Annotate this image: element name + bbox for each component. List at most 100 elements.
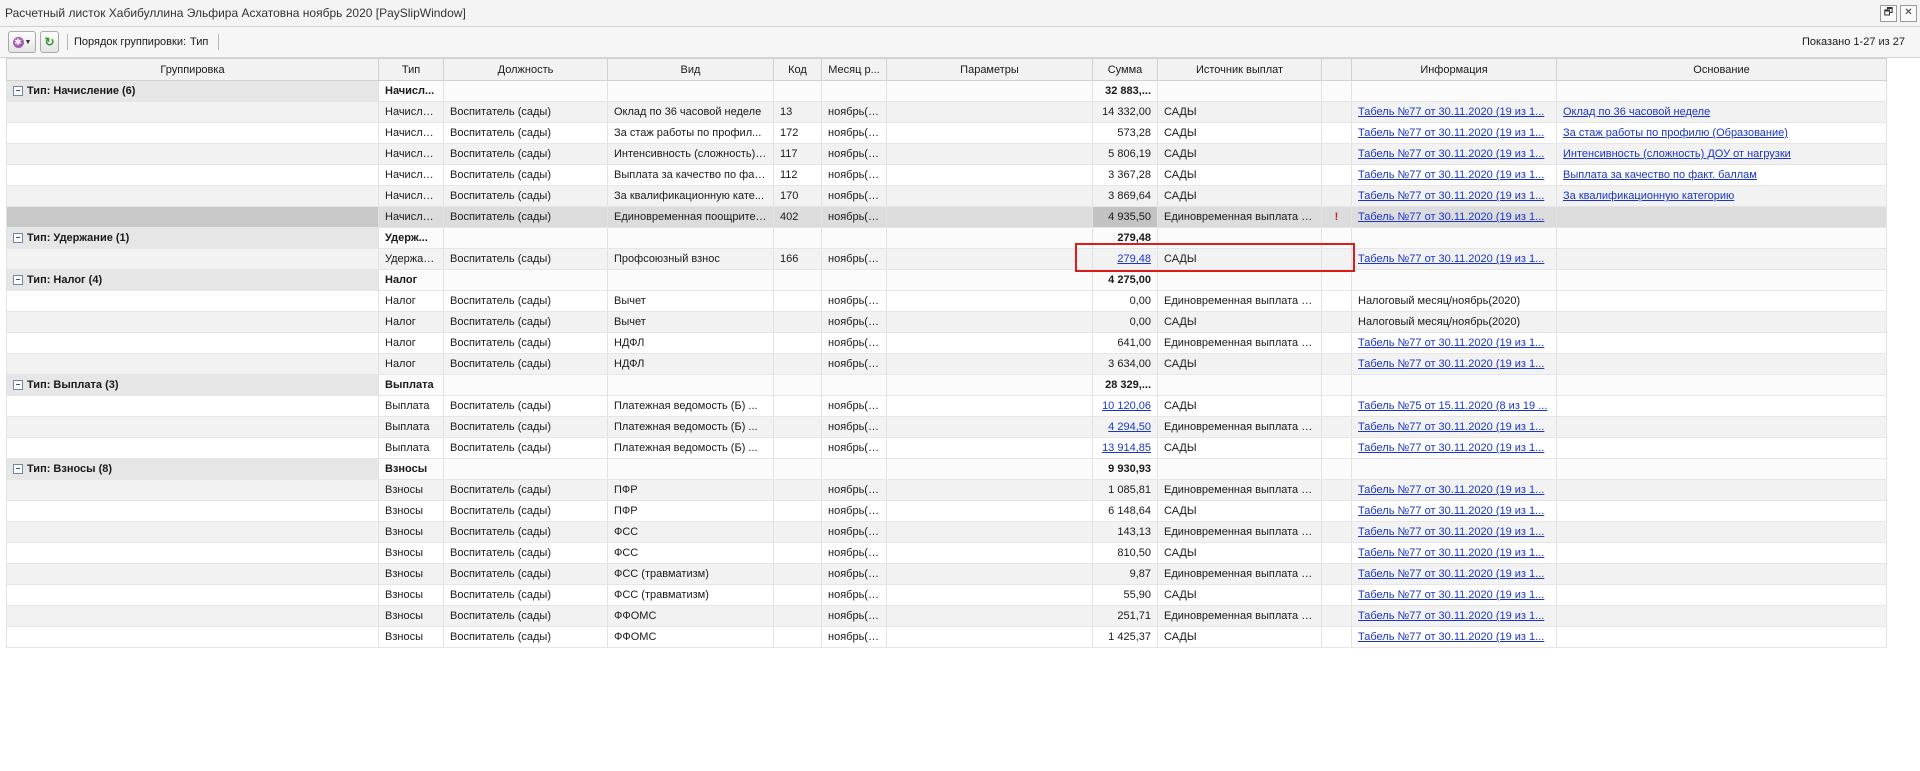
group-empty-cell [821,374,887,396]
table-row[interactable]: Удержан... Воспитатель (сады) Профсоюзный … [6,248,1887,270]
column-header-type[interactable]: Тип [378,58,444,81]
parameters-cell [886,185,1093,207]
sum-link[interactable]: 13 914,85 [1102,442,1151,454]
information-link[interactable]: Табель №77 от 30.11.2020 (19 из 1... [1358,358,1544,370]
sum-link[interactable]: 279,48 [1117,253,1151,265]
collapse-icon[interactable]: − [13,275,23,286]
information-link[interactable]: Табель №77 от 30.11.2020 (19 из 1... [1358,127,1544,139]
collapse-icon[interactable]: − [13,464,23,475]
parameters-cell [886,206,1093,228]
code-cell [773,521,822,543]
column-header-kind[interactable]: Вид [607,58,774,81]
table-row[interactable]: Начисле... Воспитатель (сады) Единовременн… [6,206,1887,228]
restore-icon[interactable]: 🗗 [1880,4,1897,22]
group-row[interactable]: − Тип: Выплата (3) Выплата 28 329,... [6,374,1887,396]
column-header-grouping[interactable]: Группировка [6,58,379,81]
grouping-cell [6,626,379,648]
table-row[interactable]: Взносы Воспитатель (сады) ФФОМС ноябрь(2...… [6,626,1887,648]
column-header-month[interactable]: Месяц р... [821,58,887,81]
basis-cell: Выплата за качество по факт. баллам [1556,164,1887,186]
refresh-button[interactable]: ↻ [40,31,59,53]
information-link[interactable]: Табель №77 от 30.11.2020 (19 из 1... [1358,106,1544,118]
table-row[interactable]: Начисле... Воспитатель (сады) За квалифика… [6,185,1887,207]
table-row[interactable]: Начисле... Воспитатель (сады) Интенсивност… [6,143,1887,165]
column-header-position[interactable]: Должность [443,58,608,81]
information-link[interactable]: Табель №77 от 30.11.2020 (19 из 1... [1358,610,1544,622]
code-cell [773,332,822,354]
table-row[interactable]: Начисле... Воспитатель (сады) Выплата за к… [6,164,1887,186]
parameters-cell [886,500,1093,522]
type-cell: Начисле... [378,164,444,186]
information-link[interactable]: Табель №77 от 30.11.2020 (19 из 1... [1358,169,1544,181]
information-link[interactable]: Табель №77 от 30.11.2020 (19 из 1... [1358,526,1544,538]
column-header-payment-source[interactable]: Источник выплат [1157,58,1322,81]
information-link[interactable]: Табель №75 от 15.11.2020 (8 из 19 ... [1358,400,1547,412]
group-row[interactable]: − Тип: Удержание (1) Удерж... 279,48 [6,227,1887,249]
collapse-icon[interactable]: − [13,380,23,391]
column-header-parameters[interactable]: Параметры [886,58,1093,81]
group-empty-cell [607,458,774,480]
actions-menu-button[interactable]: ✱ ▼ [8,31,36,53]
basis-link[interactable]: За стаж работы по профилю (Образование) [1563,127,1788,139]
table-row[interactable]: Выплата Воспитатель (сады) Платежная ведом… [6,437,1887,459]
information-link[interactable]: Табель №77 от 30.11.2020 (19 из 1... [1358,568,1544,580]
parameters-cell [886,101,1093,123]
collapse-icon[interactable]: − [13,86,23,97]
collapse-icon[interactable]: − [13,233,23,244]
table-row[interactable]: Выплата Воспитатель (сады) Платежная ведом… [6,395,1887,417]
information-link[interactable]: Табель №77 от 30.11.2020 (19 из 1... [1358,337,1544,349]
group-empty-cell [1351,227,1557,249]
grouping-cell [6,290,379,312]
sum-link[interactable]: 4 294,50 [1108,421,1151,433]
payment-source-cell: Единовременная выплата с... [1157,332,1322,354]
table-row[interactable]: Налог Воспитатель (сады) НДФЛ ноябрь(2... 3 … [6,353,1887,375]
information-link[interactable]: Табель №77 от 30.11.2020 (19 из 1... [1358,421,1544,433]
group-row[interactable]: − Тип: Начисление (6) Начисл... 32 883,... [6,80,1887,102]
basis-link[interactable]: Интенсивность (сложность) ДОУ от нагрузк… [1563,148,1791,160]
column-header-information[interactable]: Информация [1351,58,1557,81]
information-link[interactable]: Табель №77 от 30.11.2020 (19 из 1... [1358,253,1544,265]
column-header-code[interactable]: Код [773,58,822,81]
group-empty-cell [886,269,1093,291]
information-link[interactable]: Табель №77 от 30.11.2020 (19 из 1... [1358,190,1544,202]
table-row[interactable]: Взносы Воспитатель (сады) ФСС ноябрь(2... 14… [6,521,1887,543]
table-row[interactable]: Взносы Воспитатель (сады) ПФР ноябрь(2... 6 … [6,500,1887,522]
information-link[interactable]: Табель №77 от 30.11.2020 (19 из 1... [1358,631,1544,643]
column-header-sum[interactable]: Сумма [1092,58,1158,81]
information-link[interactable]: Табель №77 от 30.11.2020 (19 из 1... [1358,484,1544,496]
information-link[interactable]: Табель №77 от 30.11.2020 (19 из 1... [1358,442,1544,454]
group-row[interactable]: − Тип: Налог (4) Налог 4 275,00 [6,269,1887,291]
table-row[interactable]: Взносы Воспитатель (сады) ПФР ноябрь(2... 1 … [6,479,1887,501]
table-row[interactable]: Взносы Воспитатель (сады) ФСС (травматизм)… [6,584,1887,606]
table-row[interactable]: Налог Воспитатель (сады) Вычет ноябрь(2... 0… [6,290,1887,312]
group-empty-cell [1556,458,1887,480]
information-link[interactable]: Табель №77 от 30.11.2020 (19 из 1... [1358,211,1544,223]
group-cell: − Тип: Начисление (6) [6,80,379,102]
table-row[interactable]: Взносы Воспитатель (сады) ФФОМС ноябрь(2...… [6,605,1887,627]
table-row[interactable]: Взносы Воспитатель (сады) ФСС (травматизм)… [6,563,1887,585]
group-empty-cell [886,227,1093,249]
basis-link[interactable]: Оклад по 36 часовой неделе [1563,106,1710,118]
table-row[interactable]: Налог Воспитатель (сады) Вычет ноябрь(2... 0… [6,311,1887,333]
column-header-flag[interactable] [1321,58,1352,81]
grouping-order-value[interactable]: Тип [190,36,208,48]
table-row[interactable]: Начисле... Воспитатель (сады) Оклад по 36 … [6,101,1887,123]
information-link[interactable]: Табель №77 от 30.11.2020 (19 из 1... [1358,505,1544,517]
basis-link[interactable]: За квалификационную категорию [1563,190,1734,202]
close-icon[interactable]: ✕ [1900,4,1917,22]
type-cell: Начисле... [378,122,444,144]
month-cell: ноябрь(2... [821,164,887,186]
column-header-basis[interactable]: Основание [1556,58,1887,81]
kind-cell: НДФЛ [607,353,774,375]
information-link[interactable]: Табель №77 от 30.11.2020 (19 из 1... [1358,148,1544,160]
group-row[interactable]: − Тип: Взносы (8) Взносы 9 930,93 [6,458,1887,480]
table-row[interactable]: Взносы Воспитатель (сады) ФСС ноябрь(2... 81… [6,542,1887,564]
table-row[interactable]: Начисле... Воспитатель (сады) За стаж рабо… [6,122,1887,144]
table-row[interactable]: Налог Воспитатель (сады) НДФЛ ноябрь(2... 64… [6,332,1887,354]
information-link[interactable]: Табель №77 от 30.11.2020 (19 из 1... [1358,589,1544,601]
information-link[interactable]: Табель №77 от 30.11.2020 (19 из 1... [1358,547,1544,559]
kind-cell: Интенсивность (сложность) ... [607,143,774,165]
basis-link[interactable]: Выплата за качество по факт. баллам [1563,169,1757,181]
table-row[interactable]: Выплата Воспитатель (сады) Платежная ведом… [6,416,1887,438]
sum-link[interactable]: 10 120,06 [1102,400,1151,412]
